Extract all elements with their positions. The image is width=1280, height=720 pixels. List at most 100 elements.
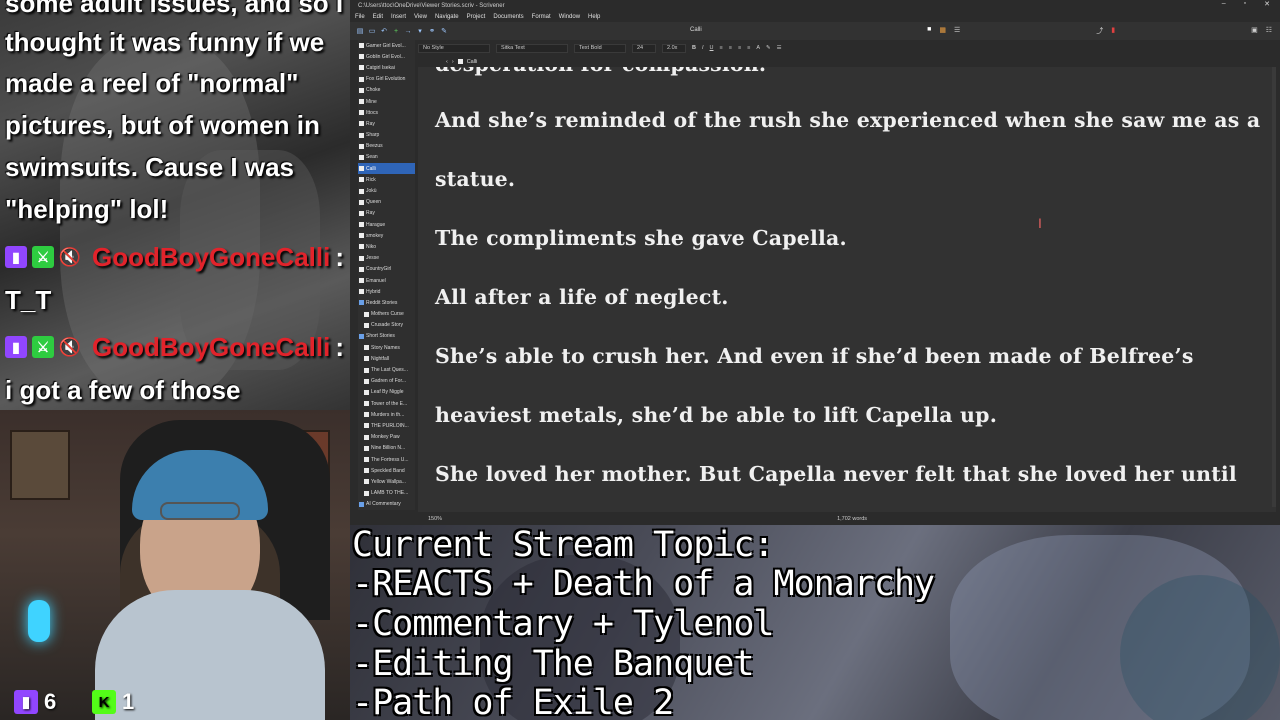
add-icon[interactable]: + <box>392 27 400 35</box>
binder-item[interactable]: Calli <box>358 163 415 175</box>
binder-item[interactable]: Murders in th... <box>358 409 415 420</box>
binder-item[interactable]: Tower of the E... <box>358 398 415 409</box>
binder-item[interactable]: Sean <box>358 152 415 163</box>
binder-item[interactable]: Ray <box>358 208 415 219</box>
compose-icon[interactable]: ■ <box>927 26 931 36</box>
binder-item[interactable]: Emanuel <box>358 275 415 286</box>
binder-item[interactable]: The Last Ques... <box>358 364 415 375</box>
outline-icon[interactable]: ☰ <box>954 26 960 36</box>
list-icon[interactable]: ☰ <box>777 45 782 51</box>
binder-item[interactable]: Short Stories <box>358 331 415 342</box>
document-icon <box>359 177 364 183</box>
highlight-icon[interactable]: ✎ <box>766 45 771 51</box>
corkboard-icon[interactable]: ▦ <box>939 26 946 36</box>
menu-edit[interactable]: Edit <box>370 14 386 20</box>
binder-item[interactable]: LAMB TO THE... <box>358 488 415 499</box>
binder-item[interactable]: Mothers Curse <box>358 309 415 320</box>
inspector-icon[interactable]: ▣ <box>1251 26 1258 36</box>
binder-item[interactable]: Choke <box>358 85 415 96</box>
bookmark-icon[interactable]: ▮ <box>1111 26 1115 36</box>
menu-documents[interactable]: Documents <box>490 14 526 20</box>
menu-project[interactable]: Project <box>464 14 489 20</box>
kick-viewer-number: 1 <box>122 689 135 714</box>
binder-item[interactable]: Nine Billion N... <box>358 443 415 454</box>
binder-item[interactable]: Reddit Stories <box>358 297 415 308</box>
style-select[interactable]: No Style <box>418 43 490 53</box>
underline-icon[interactable]: U <box>710 45 714 51</box>
arrow-right-icon[interactable]: → <box>404 27 412 35</box>
binder-toggle-icon[interactable]: ▤ <box>356 27 364 35</box>
folder-icon[interactable]: ▭ <box>368 27 376 35</box>
italic-icon[interactable]: I <box>702 45 704 51</box>
binder-item[interactable]: Niko <box>358 241 415 252</box>
minimize-icon[interactable]: – <box>1222 0 1226 8</box>
binder-item[interactable]: Monkey Paw <box>358 432 415 443</box>
binder-item[interactable]: Hybrid <box>358 286 415 297</box>
nav-back-icon[interactable]: ‹ <box>446 59 448 65</box>
binder-item-label: Nine Billion N... <box>371 445 406 452</box>
zoom-level[interactable]: 150% <box>428 516 442 522</box>
binder-item[interactable]: Ray <box>358 118 415 129</box>
binder-item[interactable]: Beezus <box>358 141 415 152</box>
close-icon[interactable]: ✕ <box>1264 0 1270 8</box>
binder-item[interactable]: CountryGirl <box>358 264 415 275</box>
bold-icon[interactable]: B <box>692 45 696 51</box>
text-color-icon[interactable]: A <box>756 45 760 51</box>
binder-item[interactable]: Jesse <box>358 253 415 264</box>
binder-item[interactable]: AI Commentary <box>358 499 415 510</box>
binder-item[interactable]: Ittocs <box>358 107 415 118</box>
document-icon <box>359 154 364 160</box>
menu-format[interactable]: Format <box>529 14 554 20</box>
document-icon <box>359 188 364 194</box>
binder-item[interactable]: Gadren of For... <box>358 376 415 387</box>
font-size-select[interactable]: 24 <box>632 43 656 53</box>
link-icon[interactable]: ⚭ <box>428 27 436 35</box>
edit-icon[interactable]: ✎ <box>440 27 448 35</box>
menu-navigate[interactable]: Navigate <box>432 14 462 20</box>
binder-item[interactable]: Crusade Story <box>358 320 415 331</box>
menu-view[interactable]: View <box>411 14 430 20</box>
editor-scrollbar[interactable] <box>1272 67 1276 507</box>
font-select[interactable]: Sitka Text <box>496 43 568 53</box>
binder-item[interactable]: Goblin Girl Evol... <box>358 51 415 62</box>
font-weight-select[interactable]: Text Bold <box>574 43 626 53</box>
binder-item[interactable]: The Fortress U... <box>358 454 415 465</box>
document-icon <box>359 255 364 261</box>
binder-item[interactable]: Catgirl Isekai <box>358 62 415 73</box>
document-icon <box>364 401 369 407</box>
undo-icon[interactable]: ↶ <box>380 27 388 35</box>
align-right-icon[interactable]: ≡ <box>738 45 741 51</box>
binder-item[interactable]: Gamer Girl Evol... <box>358 40 415 51</box>
binder-item[interactable]: Jokü <box>358 185 415 196</box>
line-spacing-select[interactable]: 2.0x <box>662 43 686 53</box>
binder-item[interactable]: Leaf By Niggle <box>358 387 415 398</box>
binder-item[interactable]: Harague <box>358 219 415 230</box>
settings-icon[interactable]: ☷ <box>1266 26 1272 36</box>
binder-item[interactable]: Yellow Wallpa... <box>358 476 415 487</box>
binder-item[interactable]: Speckled Band <box>358 465 415 476</box>
binder-item[interactable]: Nightfall <box>358 353 415 364</box>
binder-item-label: Mothers Curse <box>371 311 404 318</box>
binder-item[interactable]: Mine <box>358 96 415 107</box>
align-left-icon[interactable]: ≡ <box>720 45 723 51</box>
menu-window[interactable]: Window <box>556 14 583 20</box>
binder-item[interactable]: Queen <box>358 197 415 208</box>
editor-pane[interactable]: desperation for compassion. And she’s re… <box>418 67 1276 512</box>
binder-item[interactable]: THE PURLOIN... <box>358 420 415 431</box>
editor-line: She’s able to crush her. And even if she… <box>435 344 1194 368</box>
align-justify-icon[interactable]: ≡ <box>747 45 750 51</box>
menu-help[interactable]: Help <box>585 14 603 20</box>
share-icon[interactable]: ⤴ <box>1096 26 1103 36</box>
trash-icon[interactable]: ▾ <box>416 27 424 35</box>
menu-file[interactable]: File <box>352 14 368 20</box>
binder-item[interactable]: Fox Girl Evolution <box>358 74 415 85</box>
maximize-icon[interactable]: ▫ <box>1244 0 1246 8</box>
binder-item[interactable]: smokey <box>358 230 415 241</box>
nav-forward-icon[interactable]: › <box>452 59 454 65</box>
binder-item[interactable]: Sharp <box>358 130 415 141</box>
document-icon <box>359 99 364 105</box>
binder-item[interactable]: Story Names <box>358 342 415 353</box>
align-center-icon[interactable]: ≡ <box>729 45 732 51</box>
menu-insert[interactable]: Insert <box>388 14 409 20</box>
binder-item[interactable]: Rick <box>358 174 415 185</box>
